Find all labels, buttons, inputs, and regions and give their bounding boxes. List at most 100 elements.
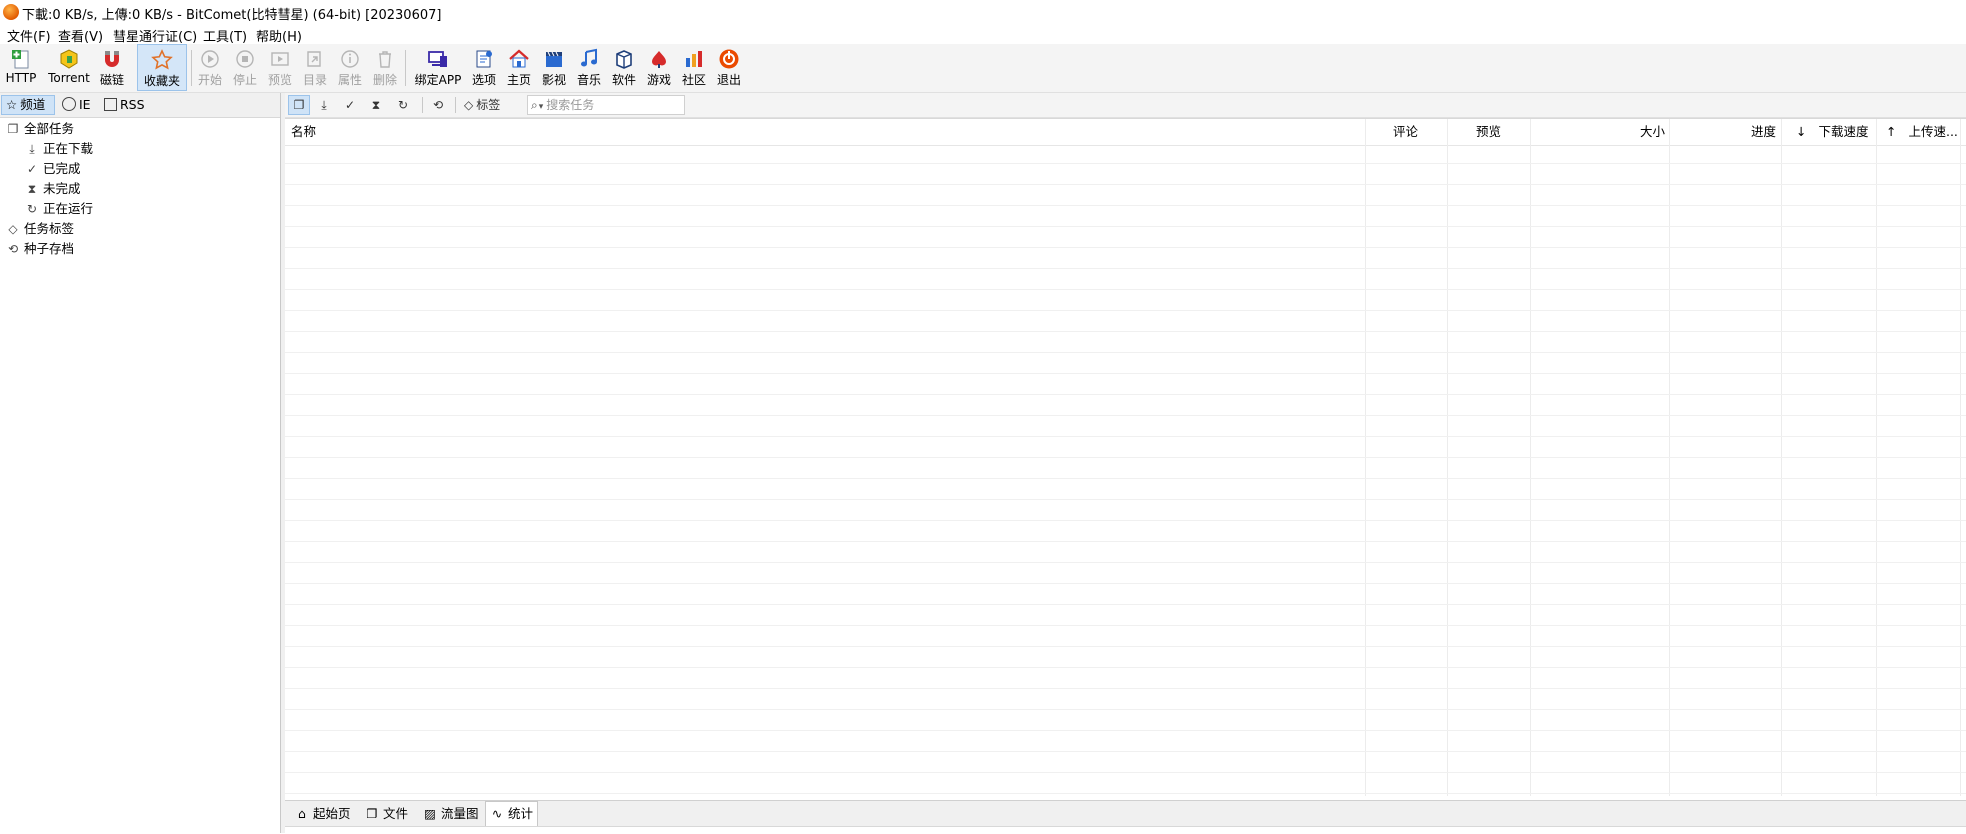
tree-item-running[interactable]: ↻ 正在运行 [25,199,93,219]
tags-button[interactable]: ◇ 标签 [460,95,516,115]
menu-view[interactable]: 查看(V) [58,26,103,45]
tab-files[interactable]: ❐ 文件 [361,803,412,825]
bitcomet-logo-icon [3,4,19,20]
row-separator [285,352,1966,353]
upload-arrow-icon: ↑ [1886,124,1897,139]
tag-icon: ◇ [8,222,18,236]
row-separator [285,625,1966,626]
music-button[interactable]: 音乐 [574,44,604,91]
exit-button[interactable]: 退出 [714,44,744,91]
tree-item-torrent-archive[interactable]: ⟲ 种子存档 [6,239,74,259]
toolbar-separator [422,97,423,113]
tab-traffic-graph[interactable]: ▨ 流量图 [419,803,483,825]
menu-pass[interactable]: 彗星通行证(C) [113,26,197,45]
tab-ie[interactable]: IE [58,95,94,115]
menu-file[interactable]: 文件(F) [7,26,51,45]
tree-item-downloading[interactable]: ⤓ 正在下载 [25,139,93,159]
filter-running-button[interactable]: ↻ [392,95,414,115]
favorites-button[interactable]: 收藏夹 [137,44,187,91]
column-size[interactable]: 大小 [1640,119,1665,145]
left-panel-tabs: ☆ 频道 IE RSS [0,93,280,118]
delete-button[interactable]: 删除 [370,44,400,91]
task-list-header: 名称 评论 预览 大小 进度 ↓ 下载速度 ↑ 上传速... [285,119,1966,146]
row-separator [285,268,1966,269]
column-name[interactable]: 名称 [291,119,316,145]
left-panel: ☆ 频道 IE RSS ❐ 全部任务 ⤓ 正在下载 ✓ 已完成 ⧗ 未完成 ↻ 正在运行 ◇… [0,93,281,833]
trash-icon [374,48,396,70]
tab-channels[interactable]: ☆ 频道 [1,95,55,115]
row-separator [285,793,1966,794]
filter-history-button[interactable]: ⟲ [427,95,449,115]
film-icon [543,48,565,70]
row-separator [285,688,1966,689]
column-comments[interactable]: 评论 [1393,119,1418,145]
filter-incomplete-button[interactable]: ⧗ [365,95,387,115]
games-button[interactable]: 游戏 [644,44,674,91]
stop-button[interactable]: 停止 [230,44,260,91]
bottom-tabs: ⌂ 起始页 ❐ 文件 ▨ 流量图 ∿ 统计 [285,800,1966,827]
directory-button[interactable]: 目录 [300,44,330,91]
hourglass-icon: ⧗ [27,182,37,196]
start-button[interactable]: 开始 [195,44,225,91]
options-button[interactable]: 选项 [469,44,499,91]
row-separator [285,415,1966,416]
filter-downloading-button[interactable]: ⤓ [313,95,335,115]
search-task-input[interactable]: ⌕▾ 搜索任务 [527,95,685,115]
torrent-button[interactable]: Torrent [45,44,93,91]
tag-icon: ◇ [464,98,474,112]
row-separator [285,583,1966,584]
stop-icon [234,48,256,70]
column-preview[interactable]: 预览 [1476,119,1501,145]
info-icon [339,48,361,70]
column-upload-speed[interactable]: ↑ 上传速... [1886,119,1958,145]
open-folder-icon [304,48,326,70]
download-arrow-icon: ⤓ [321,98,327,112]
search-placeholder: 搜索任务 [546,98,595,112]
video-button[interactable]: 影视 [539,44,569,91]
chevron-down-icon: ▾ [538,102,544,112]
filter-completed-button[interactable]: ✓ [339,95,361,115]
software-box-icon [613,48,635,70]
magnet-button[interactable]: 磁链 [97,44,127,91]
tab-rss[interactable]: RSS [100,95,150,115]
download-arrow-icon: ⤓ [29,142,35,156]
community-button[interactable]: 社区 [679,44,709,91]
http-button[interactable]: HTTP [3,44,39,91]
check-icon: ✓ [344,98,356,112]
row-separator [285,394,1966,395]
row-separator [285,226,1966,227]
home-icon: ⌂ [298,806,306,821]
column-download-speed[interactable]: ↓ 下载速度 [1796,119,1869,145]
tree-item-task-tags[interactable]: ◇ 任务标签 [6,219,74,239]
software-button[interactable]: 软件 [609,44,639,91]
magnet-icon [101,48,123,70]
home-icon [508,48,530,70]
tree-item-all-tasks[interactable]: ❐ 全部任务 [6,119,74,139]
row-separator [285,667,1966,668]
tab-start-page[interactable]: ⌂ 起始页 [291,803,355,825]
preview-icon [269,48,291,70]
column-progress[interactable]: 进度 [1751,119,1776,145]
tree-item-incomplete[interactable]: ⧗ 未完成 [25,179,81,199]
options-icon [473,48,495,70]
pages-icon: ❐ [7,122,19,136]
rss-icon [104,98,117,111]
tree-item-completed[interactable]: ✓ 已完成 [25,159,81,179]
tab-statistics[interactable]: ∿ 统计 [485,801,539,827]
preview-button[interactable]: 预览 [265,44,295,91]
task-list[interactable]: 名称 评论 预览 大小 进度 ↓ 下载速度 ↑ 上传速... [285,118,1966,796]
menu-tools[interactable]: 工具(T) [203,26,247,45]
home-button[interactable]: 主页 [504,44,534,91]
properties-button[interactable]: 属性 [335,44,365,91]
row-separator [285,184,1966,185]
http-add-icon [10,48,32,70]
filter-all-button[interactable]: ❐ [288,95,310,115]
game-icon [648,48,670,70]
row-separator [285,646,1966,647]
bind-app-button[interactable]: 绑定APP [412,44,464,91]
history-icon: ⟲ [432,98,444,112]
menu-help[interactable]: 帮助(H) [256,26,302,45]
devices-icon [427,48,449,70]
ie-icon [62,97,76,111]
row-separator [285,520,1966,521]
